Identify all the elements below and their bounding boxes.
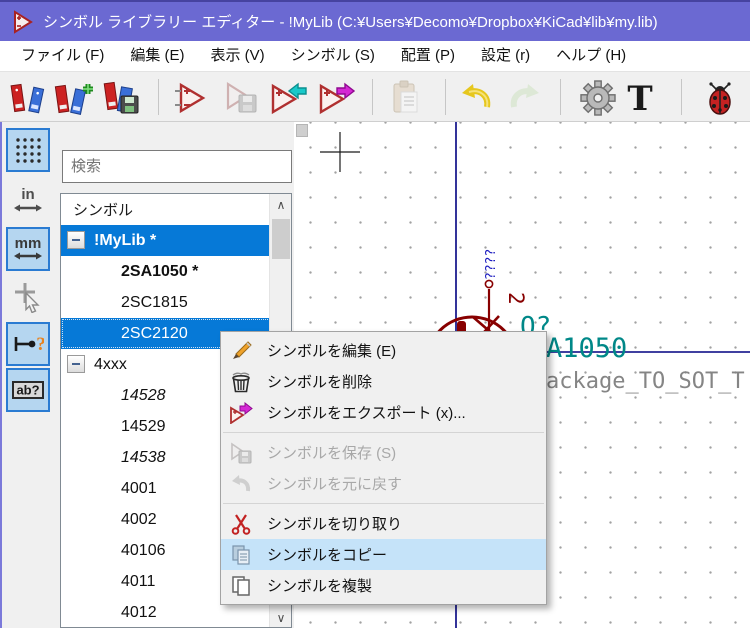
units-mm-icon: mm [12, 233, 44, 265]
pin-electric-type-icon: ab? [11, 375, 45, 405]
menu-item-revert-symbol[interactable]: シンボルを元に戻す [221, 468, 546, 499]
text-properties-button[interactable]: T [620, 77, 660, 119]
cursor-shape-icon [12, 281, 44, 313]
export-symbol-icon [226, 402, 256, 424]
redo-icon [506, 81, 542, 115]
menu-item-edit-symbol[interactable]: シンボルを編集 (E) [221, 335, 546, 366]
import-symbol-icon [267, 80, 307, 116]
pin-name-label: ???? [484, 249, 499, 280]
crosshair-cursor [320, 132, 360, 172]
menu-item-duplicate-symbol[interactable]: シンボルを複製 [221, 570, 546, 601]
main-toolbar: T [0, 71, 750, 122]
settings-gear-icon [579, 79, 617, 117]
menu-item-copy-symbol[interactable]: シンボルをコピー [221, 539, 546, 570]
pin-number-label: 2 [504, 292, 528, 305]
edit-pencil-icon [226, 340, 256, 362]
toolbar-separator [681, 79, 682, 115]
menu-separator [223, 432, 544, 433]
menu-symbol[interactable]: シンボル (S) [278, 41, 388, 71]
text-properties-icon: T [623, 80, 657, 116]
menu-item-cut-symbol[interactable]: シンボルを切り取り [221, 508, 546, 539]
svg-text:in: in [21, 186, 34, 203]
new-library-button[interactable] [54, 77, 94, 119]
toolbar-separator [158, 79, 159, 115]
left-toolbar: in mm [0, 122, 56, 628]
tree-header: シンボル [61, 194, 291, 225]
context-menu: シンボルを編集 (E) シンボルを削除 [220, 331, 547, 605]
scroll-up-icon[interactable]: ∧ [270, 194, 292, 216]
save-symbol-icon [226, 442, 256, 464]
search-input[interactable] [62, 150, 292, 183]
cursor-shape-button[interactable] [6, 275, 50, 319]
menu-item-export-symbol[interactable]: シンボルをエクスポート (x)... [221, 397, 546, 428]
revert-undo-icon [226, 473, 256, 495]
erc-bug-icon [703, 80, 737, 116]
app-opamp-icon [10, 10, 34, 34]
save-library-icon [103, 80, 141, 116]
svg-text:T: T [627, 80, 652, 116]
menu-preferences[interactable]: 設定 (r) [468, 41, 543, 71]
footprint-label: ackage_TO_SOT_T [546, 369, 745, 394]
menu-file[interactable]: ファイル (F) [8, 41, 117, 71]
scrollbar-thumb[interactable] [272, 219, 290, 259]
menu-separator [223, 503, 544, 504]
delete-trash-icon [226, 371, 256, 393]
erc-check-button[interactable] [700, 77, 740, 119]
tree-row[interactable]: 2SC1815 [61, 287, 291, 318]
units-inch-button[interactable]: in [6, 179, 50, 223]
save-symbol-icon [223, 81, 259, 115]
menu-item-save-symbol[interactable]: シンボルを保存 (S) [221, 437, 546, 468]
value-label: A1050 [546, 333, 627, 364]
collapse-box-icon[interactable] [67, 231, 85, 249]
undo-icon [459, 81, 495, 115]
menu-help[interactable]: ヘルプ (H) [543, 41, 639, 71]
save-library-button[interactable] [102, 77, 142, 119]
units-inch-icon: in [12, 185, 44, 217]
pin-name-display-button[interactable]: ab? [6, 368, 50, 412]
scroll-down-icon[interactable]: ∨ [270, 607, 292, 628]
tree-row-mylib[interactable]: !MyLib * [61, 225, 291, 256]
tree-row[interactable]: 2SA1050 * [61, 256, 291, 287]
toolbar-separator [560, 79, 561, 115]
grid-toggle-button[interactable] [6, 128, 50, 172]
settings-button[interactable] [578, 77, 618, 119]
undo-button[interactable] [457, 77, 497, 119]
svg-text:?: ? [36, 334, 44, 355]
toolbar-separator [445, 79, 446, 115]
cut-scissors-icon [226, 513, 256, 535]
menu-item-delete-symbol[interactable]: シンボルを削除 [221, 366, 546, 397]
titlebar[interactable]: シンボル ライブラリー エディター - !MyLib (C:¥Users¥Dec… [0, 0, 750, 41]
collapse-box-icon[interactable] [67, 355, 85, 373]
save-symbol-button[interactable] [221, 77, 261, 119]
toolbar-separator [372, 79, 373, 115]
paste-button[interactable] [386, 77, 426, 119]
hidden-pins-icon: ? [12, 328, 44, 360]
new-symbol-button[interactable] [170, 77, 210, 119]
export-symbol-button[interactable] [315, 77, 355, 119]
show-hidden-pins-button[interactable]: ? [6, 322, 50, 366]
menu-view[interactable]: 表示 (V) [198, 41, 278, 71]
new-symbol-icon [173, 81, 207, 115]
grid-dots-icon [13, 135, 43, 165]
svg-text:mm: mm [15, 235, 42, 252]
import-symbol-button[interactable] [267, 77, 307, 119]
redo-button[interactable] [504, 77, 544, 119]
svg-text:ab?: ab? [16, 383, 39, 398]
select-library-button[interactable] [8, 77, 48, 119]
menubar: ファイル (F) 編集 (E) 表示 (V) シンボル (S) 配置 (P) 設… [0, 41, 750, 71]
symbol-library-editor-window: シンボル ライブラリー エディター - !MyLib (C:¥Users¥Dec… [0, 0, 750, 628]
copy-icon [226, 544, 256, 566]
new-library-icon [54, 80, 94, 116]
export-symbol-icon [315, 80, 355, 116]
window-title: シンボル ライブラリー エディター - !MyLib (C:¥Users¥Dec… [43, 11, 658, 32]
duplicate-icon [226, 575, 256, 597]
menu-place[interactable]: 配置 (P) [388, 41, 468, 71]
select-library-icon [10, 81, 46, 115]
menu-edit[interactable]: 編集 (E) [117, 41, 197, 71]
units-mm-button[interactable]: mm [6, 227, 50, 271]
paste-icon [389, 80, 423, 116]
